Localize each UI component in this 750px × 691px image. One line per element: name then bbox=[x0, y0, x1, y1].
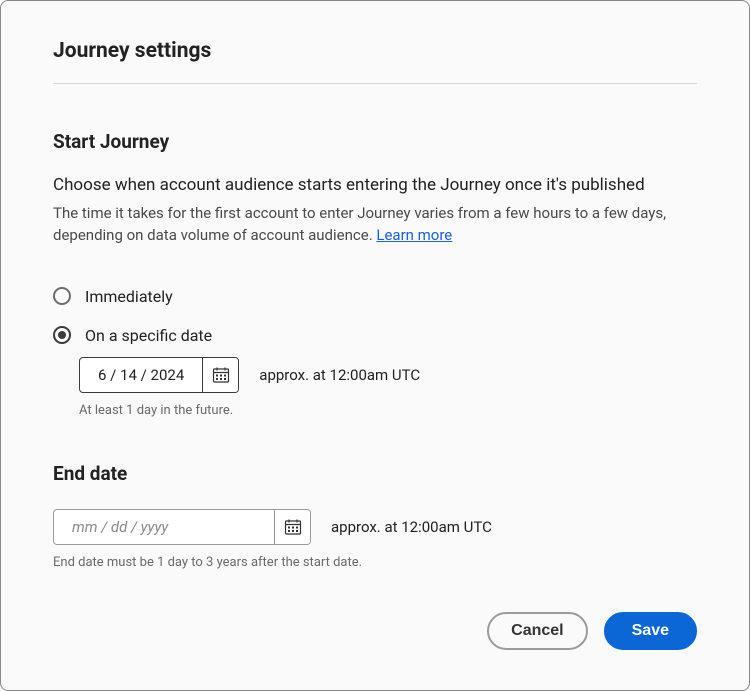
start-journey-lead: Choose when account audience starts ente… bbox=[53, 175, 697, 195]
start-journey-subtext: The time it takes for the first account … bbox=[53, 203, 697, 247]
dialog-footer: Cancel Save bbox=[487, 612, 697, 650]
start-date-calendar-button[interactable] bbox=[202, 358, 238, 392]
end-date-input[interactable]: mm / dd / yyyy bbox=[53, 509, 311, 545]
learn-more-link[interactable]: Learn more bbox=[376, 226, 452, 244]
start-date-approx: approx. at 12:00am UTC bbox=[259, 366, 420, 384]
start-date-hint: At least 1 day in the future. bbox=[79, 403, 697, 418]
radio-specific-date[interactable] bbox=[53, 326, 71, 344]
end-date-calendar-button[interactable] bbox=[274, 510, 310, 544]
journey-settings-dialog: Journey settings Start Journey Choose wh… bbox=[0, 0, 750, 691]
radio-immediately[interactable] bbox=[53, 287, 71, 305]
calendar-icon bbox=[284, 518, 302, 536]
end-date-heading: End date bbox=[53, 462, 697, 485]
start-date-row: 6 / 14 / 2024 ap bbox=[79, 357, 697, 393]
radio-specific-date-label: On a specific date bbox=[85, 326, 212, 345]
start-journey-sub-text: The time it takes for the first account … bbox=[53, 204, 666, 244]
start-radio-group: Immediately On a specific date 6 / 14 / … bbox=[53, 287, 697, 418]
cancel-button[interactable]: Cancel bbox=[487, 612, 587, 650]
end-date-approx: approx. at 12:00am UTC bbox=[331, 518, 492, 536]
save-button[interactable]: Save bbox=[604, 612, 697, 650]
start-journey-heading: Start Journey bbox=[53, 130, 697, 153]
end-date-section: End date mm / dd / yyyy bbox=[53, 462, 697, 570]
end-date-hint: End date must be 1 day to 3 years after … bbox=[53, 555, 697, 570]
radio-specific-row[interactable]: On a specific date bbox=[53, 326, 697, 345]
end-date-row: mm / dd / yyyy ap bbox=[53, 509, 697, 545]
end-date-placeholder[interactable]: mm / dd / yyyy bbox=[54, 510, 274, 544]
radio-immediately-label: Immediately bbox=[85, 287, 173, 306]
radio-immediately-row[interactable]: Immediately bbox=[53, 287, 697, 306]
dialog-title: Journey settings bbox=[53, 39, 697, 63]
divider bbox=[53, 83, 697, 84]
start-date-input[interactable]: 6 / 14 / 2024 bbox=[79, 357, 239, 393]
calendar-icon bbox=[212, 366, 230, 384]
start-date-value[interactable]: 6 / 14 / 2024 bbox=[80, 358, 202, 392]
